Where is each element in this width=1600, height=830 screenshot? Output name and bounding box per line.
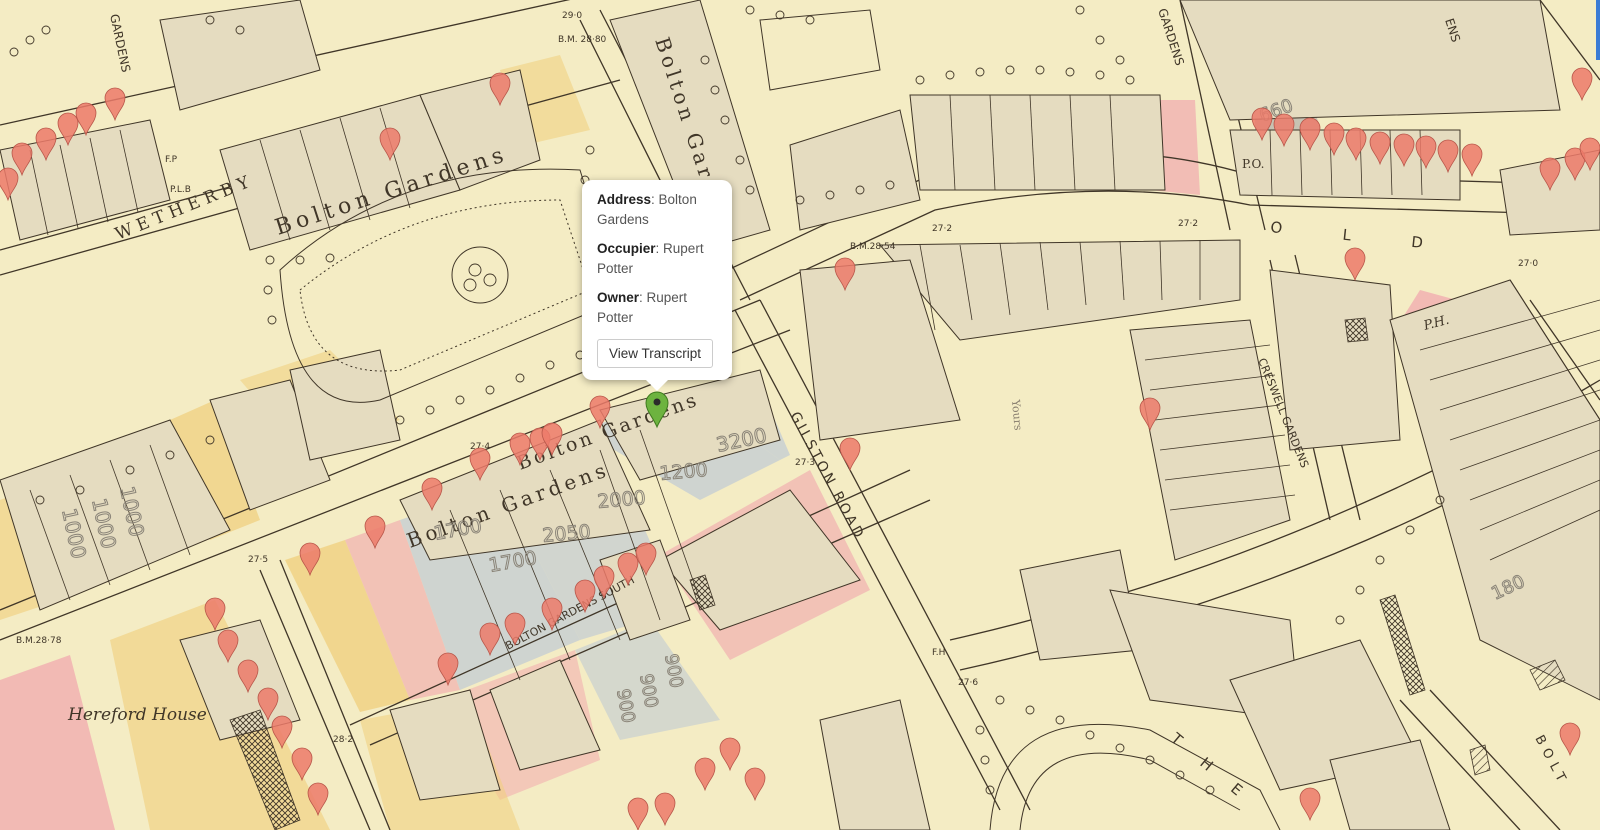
popup-pointer [646,380,668,391]
window-edge [1596,0,1600,60]
popup-owner-row: Owner: Rupert Potter [597,290,688,325]
spot-height-272a: 27·2 [932,224,952,234]
spot-height-273: 27·3 [795,458,815,468]
rent-1200: 1200 [659,459,709,485]
popup-owner-label: Owner [597,290,640,305]
spot-height-276: 27·6 [958,678,978,688]
property-popup: Address: Bolton Gardens Occupier: Rupert… [582,180,732,391]
spot-height-275: 27·5 [248,555,268,565]
benchmark-2878: B.M.28·78 [16,636,62,646]
label-po: P.O. [1242,157,1264,171]
spot-height-272b: 27·2 [1178,219,1198,229]
fire-plug-label: F.P [165,155,178,165]
pillar-letter-box-label: P.L.B [170,185,191,195]
view-transcript-button[interactable]: View Transcript [597,339,714,368]
spot-height-282: 28·2 [333,735,353,745]
historic-map[interactable]: W E T H E R B Y Bolton Gardens Bolton Ga… [0,0,1600,830]
popup-address-label: Address [597,192,652,207]
rent-2050: 2050 [542,521,592,547]
label-hereford-house: Hereford House [67,705,207,725]
fire-hydrant-label: F.H [932,648,945,658]
spot-height-290: 29·0 [562,11,582,21]
rent-2000: 2000 [597,487,647,513]
popup-occupier-row: Occupier: Rupert Potter [597,241,704,276]
benchmark-2880: B.M. 28·80 [558,35,607,45]
benchmark-2854: B.M.28·54 [850,242,896,252]
popup-occupier-label: Occupier [597,241,656,256]
spot-height-270: 27·0 [1518,259,1538,269]
popup-address-row: Address: Bolton Gardens [597,192,697,227]
